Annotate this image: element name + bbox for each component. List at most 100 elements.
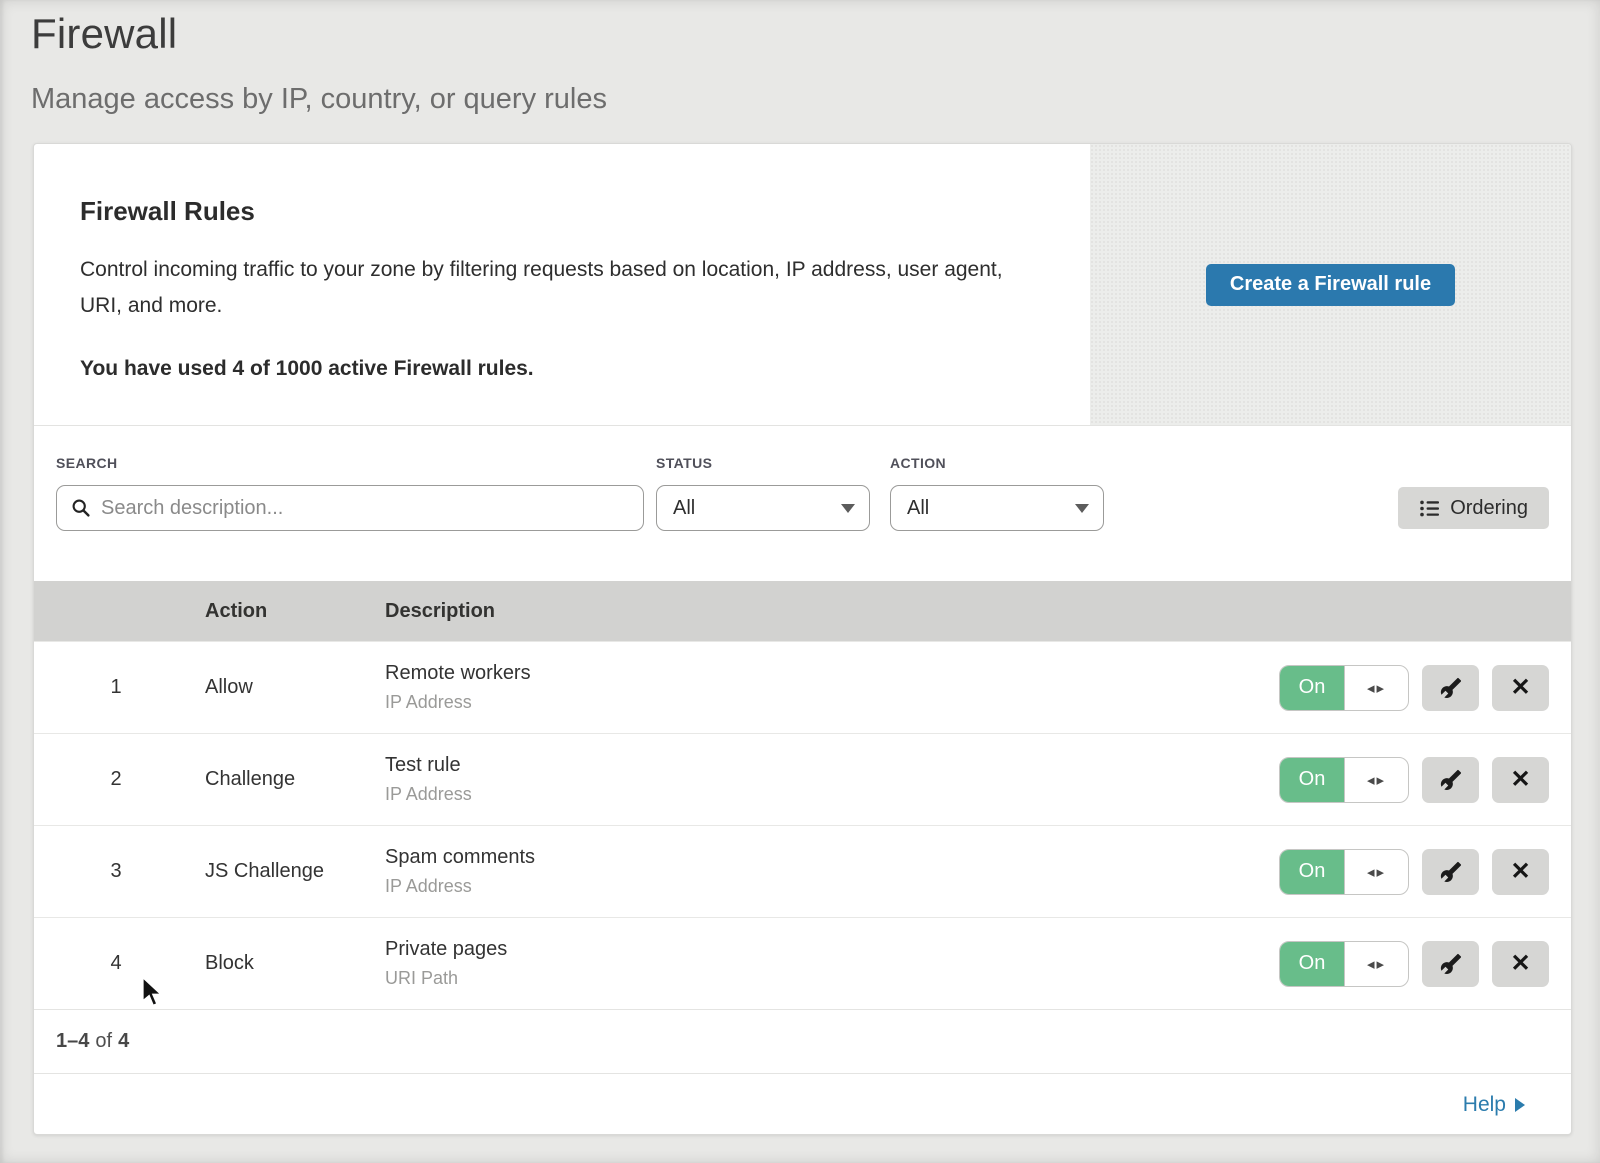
- toggle-handle-arrows-icon: ◂▸: [1344, 850, 1408, 894]
- close-icon: ✕: [1510, 768, 1530, 792]
- toggle-handle-arrows-icon: ◂▸: [1344, 666, 1408, 710]
- ordering-button-label: Ordering: [1450, 497, 1528, 520]
- table-row: 3 JS Challenge Spam comments IP Address …: [34, 825, 1571, 917]
- rule-description-title: Test rule: [385, 754, 1279, 777]
- status-label: STATUS: [656, 455, 870, 472]
- close-icon: ✕: [1510, 952, 1530, 976]
- search-input[interactable]: [101, 497, 629, 520]
- wrench-icon: [1440, 677, 1462, 699]
- status-filter-group: STATUS All: [656, 455, 870, 531]
- edit-rule-button[interactable]: [1422, 665, 1479, 711]
- rule-enabled-toggle[interactable]: On ◂▸: [1279, 665, 1409, 711]
- rule-controls: On ◂▸ ✕: [1279, 757, 1571, 803]
- rule-priority: 4: [34, 952, 173, 975]
- arrow-right-icon: [1515, 1098, 1525, 1112]
- wrench-icon: [1440, 769, 1462, 791]
- pagination-separator: of: [95, 1030, 112, 1053]
- search-label: SEARCH: [56, 455, 644, 472]
- rule-enabled-toggle[interactable]: On ◂▸: [1279, 757, 1409, 803]
- search-filter-group: SEARCH: [56, 455, 644, 531]
- help-link[interactable]: Help: [1463, 1093, 1525, 1117]
- filters-bar: SEARCH STATUS All ACTION All: [34, 426, 1571, 581]
- toggle-on-segment: On: [1280, 850, 1344, 894]
- ordered-list-icon: [1419, 498, 1440, 519]
- toggle-handle-arrows-icon: ◂▸: [1344, 758, 1408, 802]
- action-select[interactable]: All: [890, 485, 1104, 531]
- toggle-on-segment: On: [1280, 942, 1344, 986]
- rule-description-title: Remote workers: [385, 662, 1279, 685]
- rules-usage-count: You have used 4 of 1000 active Firewall …: [80, 357, 1030, 381]
- page-subtitle: Manage access by IP, country, or query r…: [31, 83, 1600, 116]
- help-link-label: Help: [1463, 1093, 1506, 1117]
- rule-enabled-toggle[interactable]: On ◂▸: [1279, 849, 1409, 895]
- delete-rule-button[interactable]: ✕: [1492, 941, 1549, 987]
- ordering-label-spacer: [1398, 455, 1549, 472]
- table-header-row: Action Description: [34, 581, 1571, 641]
- ordering-button[interactable]: Ordering: [1398, 487, 1549, 529]
- pagination-range: 1–4: [56, 1030, 89, 1053]
- search-box: [56, 485, 644, 531]
- rule-controls: On ◂▸ ✕: [1279, 665, 1571, 711]
- status-select[interactable]: All: [656, 485, 870, 531]
- rule-action: JS Challenge: [173, 860, 385, 883]
- table-row: 1 Allow Remote workers IP Address On ◂▸ …: [34, 641, 1571, 733]
- status-selected-value: All: [673, 497, 695, 520]
- card-description: Control incoming traffic to your zone by…: [80, 252, 1030, 324]
- wrench-icon: [1440, 953, 1462, 975]
- toggle-handle-arrows-icon: ◂▸: [1344, 942, 1408, 986]
- rule-match-type: IP Address: [385, 692, 1279, 713]
- action-filter-group: ACTION All: [890, 455, 1104, 531]
- page-header: Firewall Manage access by IP, country, o…: [0, 0, 1600, 116]
- delete-rule-button[interactable]: ✕: [1492, 665, 1549, 711]
- close-icon: ✕: [1510, 860, 1530, 884]
- delete-rule-button[interactable]: ✕: [1492, 757, 1549, 803]
- pagination-bar: 1–4 of 4: [34, 1009, 1571, 1073]
- action-label: ACTION: [890, 455, 1104, 472]
- search-icon: [71, 498, 91, 518]
- create-firewall-rule-button[interactable]: Create a Firewall rule: [1206, 264, 1455, 306]
- firewall-rules-card: Firewall Rules Control incoming traffic …: [33, 143, 1572, 1135]
- create-rule-panel: Create a Firewall rule: [1090, 144, 1571, 425]
- rule-enabled-toggle[interactable]: On ◂▸: [1279, 941, 1409, 987]
- chevron-down-icon: [841, 504, 855, 513]
- toggle-on-segment: On: [1280, 758, 1344, 802]
- rule-match-type: URI Path: [385, 968, 1279, 989]
- action-column-header: Action: [173, 600, 385, 623]
- edit-rule-button[interactable]: [1422, 757, 1479, 803]
- close-icon: ✕: [1510, 676, 1530, 700]
- rule-description-title: Spam comments: [385, 846, 1279, 869]
- chevron-down-icon: [1075, 504, 1089, 513]
- rule-description-title: Private pages: [385, 938, 1279, 961]
- edit-rule-button[interactable]: [1422, 849, 1479, 895]
- intro-text-block: Firewall Rules Control incoming traffic …: [34, 144, 1090, 425]
- table-row: 4 Block Private pages URI Path On ◂▸ ✕: [34, 917, 1571, 1009]
- wrench-icon: [1440, 861, 1462, 883]
- rule-priority: 1: [34, 676, 173, 699]
- pagination-total: 4: [118, 1030, 129, 1053]
- rule-controls: On ◂▸ ✕: [1279, 941, 1571, 987]
- rule-description: Test rule IP Address: [385, 754, 1279, 805]
- rule-description: Remote workers IP Address: [385, 662, 1279, 713]
- card-footer: Help: [34, 1073, 1571, 1135]
- intro-section: Firewall Rules Control incoming traffic …: [34, 144, 1571, 426]
- description-column-header: Description: [385, 600, 1571, 623]
- action-selected-value: All: [907, 497, 929, 520]
- page-title: Firewall: [31, 10, 1600, 58]
- toggle-on-segment: On: [1280, 666, 1344, 710]
- rule-description: Private pages URI Path: [385, 938, 1279, 989]
- edit-rule-button[interactable]: [1422, 941, 1479, 987]
- rule-match-type: IP Address: [385, 876, 1279, 897]
- rule-priority: 3: [34, 860, 173, 883]
- mouse-cursor: [141, 976, 165, 1008]
- rule-match-type: IP Address: [385, 784, 1279, 805]
- rule-controls: On ◂▸ ✕: [1279, 849, 1571, 895]
- delete-rule-button[interactable]: ✕: [1492, 849, 1549, 895]
- rule-priority: 2: [34, 768, 173, 791]
- ordering-group: Ordering: [1398, 455, 1549, 529]
- rule-action: Challenge: [173, 768, 385, 791]
- table-row: 2 Challenge Test rule IP Address On ◂▸ ✕: [34, 733, 1571, 825]
- rule-action: Allow: [173, 676, 385, 699]
- card-heading: Firewall Rules: [80, 196, 1030, 227]
- rule-description: Spam comments IP Address: [385, 846, 1279, 897]
- rule-action: Block: [173, 952, 385, 975]
